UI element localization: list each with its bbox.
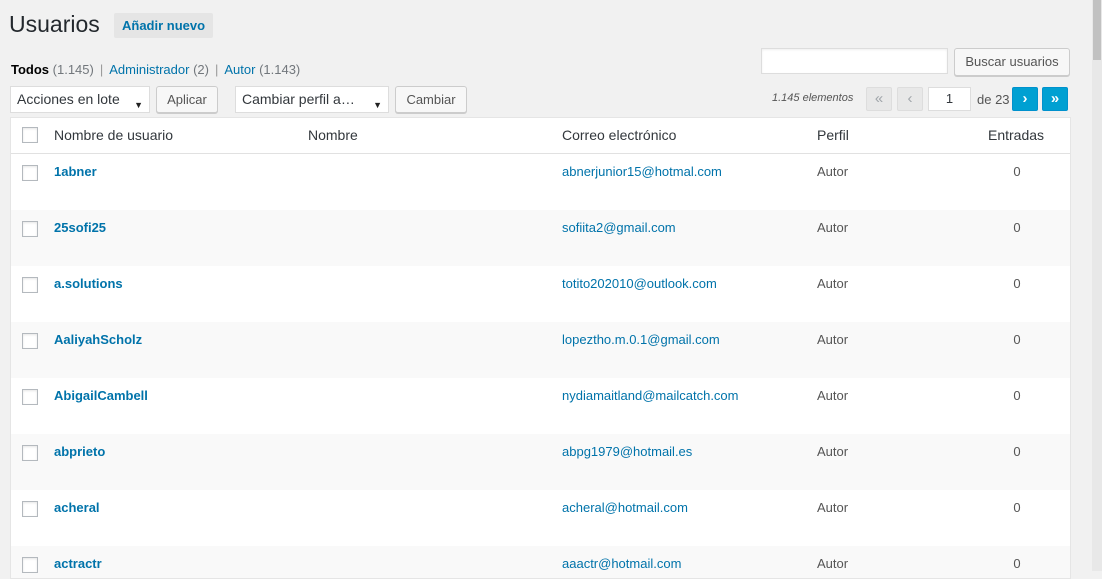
table-row: AaliyahScholz lopeztho.m.0.1@gmail.com Aut… bbox=[11, 322, 1070, 378]
separator: | bbox=[99, 62, 104, 77]
user-role: Autor bbox=[817, 220, 849, 235]
scrollbar-thumb[interactable] bbox=[1093, 0, 1101, 60]
username-link[interactable]: acheral bbox=[54, 500, 100, 515]
column-email[interactable]: Correo electrónico bbox=[562, 127, 676, 143]
username-link[interactable]: AaliyahScholz bbox=[54, 332, 142, 347]
posts-count[interactable]: 0 bbox=[987, 388, 1047, 403]
posts-count[interactable]: 0 bbox=[987, 332, 1047, 347]
username-link[interactable]: AbigailCambell bbox=[54, 388, 148, 403]
dropdown-arrow-icon: ▼ bbox=[373, 100, 382, 110]
posts-count[interactable]: 0 bbox=[987, 444, 1047, 459]
row-checkbox[interactable] bbox=[22, 277, 38, 293]
current-page-input[interactable]: 1 bbox=[928, 87, 971, 111]
posts-count[interactable]: 0 bbox=[987, 164, 1047, 179]
first-page-button: « bbox=[866, 87, 892, 111]
change-role-value: Cambiar perfil a… bbox=[242, 91, 355, 107]
column-name[interactable]: Nombre bbox=[308, 127, 358, 143]
user-role: Autor bbox=[817, 276, 849, 291]
table-row: abprieto abpg1979@hotmail.es Autor 0 bbox=[11, 434, 1070, 490]
user-role: Autor bbox=[817, 388, 849, 403]
scrollbar[interactable] bbox=[1092, 0, 1102, 571]
posts-count[interactable]: 0 bbox=[987, 556, 1047, 571]
views-filter: Todos (1.145) | Administrador (2) | Autor (1… bbox=[11, 62, 300, 77]
last-page-button[interactable]: » bbox=[1042, 87, 1068, 111]
email-link[interactable]: sofiita2@gmail.com bbox=[562, 220, 676, 235]
email-link[interactable]: abpg1979@hotmail.es bbox=[562, 444, 692, 459]
email-link[interactable]: abnerjunior15@hotmal.com bbox=[562, 164, 722, 179]
username-link[interactable]: 25sofi25 bbox=[54, 220, 106, 235]
view-author-label: Autor bbox=[224, 62, 256, 77]
search-input[interactable] bbox=[761, 48, 948, 74]
user-role: Autor bbox=[817, 500, 849, 515]
page-title: Usuarios bbox=[9, 11, 100, 37]
email-link[interactable]: aaactr@hotmail.com bbox=[562, 556, 681, 571]
email-link[interactable]: acheral@hotmail.com bbox=[562, 500, 688, 515]
user-role: Autor bbox=[817, 332, 849, 347]
row-checkbox[interactable] bbox=[22, 165, 38, 181]
email-link[interactable]: nydiamaitland@mailcatch.com bbox=[562, 388, 739, 403]
row-checkbox[interactable] bbox=[22, 445, 38, 461]
table-row: 25sofi25 sofiita2@gmail.com Autor 0 bbox=[11, 210, 1070, 266]
table-row: 1abner abnerjunior15@hotmal.com Autor 0 bbox=[11, 154, 1070, 210]
view-administrator-count: (2) bbox=[193, 62, 209, 77]
table-body: 1abner abnerjunior15@hotmal.com Autor 0 25so… bbox=[11, 154, 1070, 578]
bulk-actions-value: Acciones en lote bbox=[17, 91, 120, 107]
view-administrator-label: Administrador bbox=[109, 62, 190, 77]
separator: | bbox=[214, 62, 219, 77]
posts-count[interactable]: 0 bbox=[987, 500, 1047, 515]
search-users-button[interactable]: Buscar usuarios bbox=[954, 48, 1070, 76]
username-link[interactable]: actractr bbox=[54, 556, 102, 571]
change-role-select[interactable]: Cambiar perfil a… ▼ bbox=[235, 86, 389, 113]
apply-button[interactable]: Aplicar bbox=[156, 86, 218, 113]
posts-count[interactable]: 0 bbox=[987, 220, 1047, 235]
change-role-button[interactable]: Cambiar bbox=[395, 86, 467, 113]
table-row: acheral acheral@hotmail.com Autor 0 bbox=[11, 490, 1070, 546]
view-author-count: (1.143) bbox=[259, 62, 301, 77]
row-checkbox[interactable] bbox=[22, 389, 38, 405]
row-checkbox[interactable] bbox=[22, 333, 38, 349]
email-link[interactable]: lopeztho.m.0.1@gmail.com bbox=[562, 332, 720, 347]
email-link[interactable]: totito202010@outlook.com bbox=[562, 276, 717, 291]
user-role: Autor bbox=[817, 444, 849, 459]
column-username[interactable]: Nombre de usuario bbox=[54, 127, 173, 143]
username-link[interactable]: 1abner bbox=[54, 164, 97, 179]
add-new-button[interactable]: Añadir nuevo bbox=[114, 13, 214, 38]
username-link[interactable]: a.solutions bbox=[54, 276, 123, 291]
username-link[interactable]: abprieto bbox=[54, 444, 105, 459]
table-row: actractr aaactr@hotmail.com Autor 0 bbox=[11, 546, 1070, 578]
posts-count[interactable]: 0 bbox=[987, 276, 1047, 291]
total-pages: de 23 bbox=[977, 92, 1010, 107]
next-page-button[interactable]: › bbox=[1012, 87, 1038, 111]
table-row: a.solutions totito202010@outlook.com Autor… bbox=[11, 266, 1070, 322]
row-checkbox[interactable] bbox=[22, 221, 38, 237]
view-all-count: (1.145) bbox=[52, 62, 94, 77]
table-row: AbigailCambell nydiamaitland@mailcatch.co… bbox=[11, 378, 1070, 434]
dropdown-arrow-icon: ▼ bbox=[134, 100, 143, 110]
view-administrator[interactable]: Administrador bbox=[109, 62, 189, 77]
user-role: Autor bbox=[817, 164, 849, 179]
column-role: Perfil bbox=[817, 127, 849, 143]
view-author[interactable]: Autor bbox=[224, 62, 255, 77]
view-all[interactable]: Todos (1.145) bbox=[11, 62, 94, 77]
prev-page-button: ‹ bbox=[897, 87, 923, 111]
user-role: Autor bbox=[817, 556, 849, 571]
bulk-actions-select[interactable]: Acciones en lote ▼ bbox=[10, 86, 150, 113]
row-checkbox[interactable] bbox=[22, 501, 38, 517]
column-posts[interactable]: Entradas bbox=[988, 127, 1044, 143]
view-all-label: Todos bbox=[11, 62, 50, 77]
users-table: Nombre de usuario Nombre Correo electrón… bbox=[10, 117, 1071, 579]
table-header: Nombre de usuario Nombre Correo electrón… bbox=[11, 118, 1070, 154]
select-all-checkbox[interactable] bbox=[22, 127, 38, 143]
items-count: 1.145 elementos bbox=[772, 92, 854, 104]
